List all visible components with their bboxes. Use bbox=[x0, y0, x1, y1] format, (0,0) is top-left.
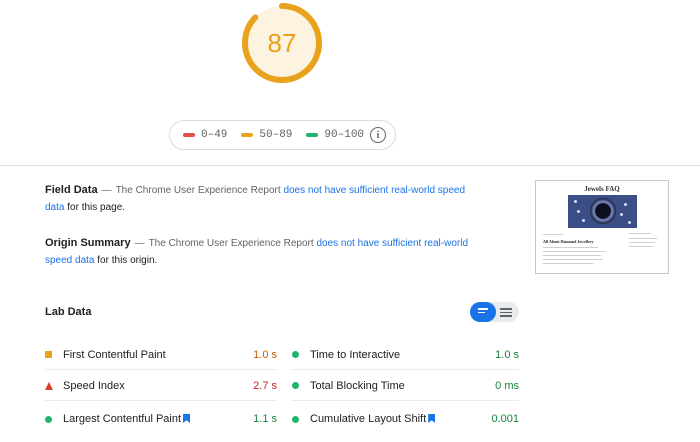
thumbnail-text-line bbox=[543, 234, 563, 235]
fail-marker-icon bbox=[45, 381, 63, 390]
thumbnail-sparkle bbox=[620, 213, 623, 216]
thumbnail-ring bbox=[590, 198, 616, 224]
legend-item-fail: 0–49 bbox=[183, 129, 227, 141]
metric-cumulative-layout-shift: Cumulative Layout Shift 0.001 bbox=[292, 404, 519, 434]
origin-summary-title: Origin Summary bbox=[45, 237, 131, 249]
metric-name: First Contentful Paint bbox=[63, 348, 166, 361]
pass-marker-icon bbox=[292, 382, 310, 389]
page-screenshot-thumbnail: Jewels FAQ All About Diamond Jewellery bbox=[535, 180, 669, 274]
metric-value: 1.1 s bbox=[253, 413, 277, 425]
legend-pass-bar bbox=[306, 133, 319, 137]
thumbnail-text-line bbox=[543, 255, 601, 256]
field-data-dash: — bbox=[101, 185, 112, 196]
thumbnail-sparkle bbox=[624, 203, 627, 206]
field-data-title: Field Data bbox=[45, 184, 98, 196]
metric-name: Total Blocking Time bbox=[310, 379, 405, 392]
thumbnail-text-line bbox=[629, 238, 657, 239]
legend-item-average: 50–89 bbox=[241, 129, 292, 141]
thumbnail-sparkle bbox=[582, 219, 585, 222]
thumbnail-sparkle bbox=[628, 221, 631, 224]
legend-average-label: 50–89 bbox=[259, 129, 293, 141]
metric-name-wrap: Cumulative Layout Shift bbox=[310, 413, 491, 425]
thumbnail-text-line bbox=[629, 246, 653, 247]
field-data-tail: for this page. bbox=[67, 202, 126, 213]
thumbnail-sparkle bbox=[574, 200, 577, 203]
metrics-view-toggle bbox=[470, 302, 519, 322]
thumbnail-text-line bbox=[543, 247, 598, 248]
origin-summary-text: The Chrome User Experience Report bbox=[148, 238, 314, 249]
pass-marker-icon bbox=[292, 415, 310, 423]
thumbnail-site-title: Jewels FAQ bbox=[584, 185, 620, 193]
thumbnail-hero-image bbox=[568, 195, 637, 228]
lab-data-title: Lab Data bbox=[45, 306, 92, 318]
metric-name: Largest Contentful Paint bbox=[63, 413, 182, 425]
legend-pass-label: 90–100 bbox=[324, 129, 365, 141]
metric-largest-contentful-paint: Largest Contentful Paint 1.1 s bbox=[45, 404, 277, 434]
legend-fail-bar bbox=[183, 133, 195, 137]
metric-value: 1.0 s bbox=[253, 348, 277, 361]
legend-item-pass: 90–100 bbox=[306, 129, 364, 141]
metric-total-blocking-time: Total Blocking Time 0 ms bbox=[292, 371, 519, 401]
origin-summary-dash: — bbox=[134, 238, 145, 249]
metric-value: 1.0 s bbox=[495, 348, 519, 361]
list-view-icon bbox=[478, 308, 488, 315]
core-web-vital-bookmark-icon bbox=[428, 414, 436, 423]
metric-value: 0.001 bbox=[491, 413, 519, 425]
section-divider bbox=[0, 165, 700, 166]
thumbnail-heading: All About Diamond Jewellery bbox=[543, 239, 594, 244]
thumbnail-text-line bbox=[543, 263, 593, 264]
performance-score-gauge: 87 bbox=[241, 2, 323, 84]
metric-first-contentful-paint: First Contentful Paint 1.0 s bbox=[45, 340, 277, 370]
thumbnail-text-line bbox=[543, 251, 605, 252]
thumbnail-text-line bbox=[543, 259, 603, 260]
metric-speed-index: Speed Index 2.7 s bbox=[45, 371, 277, 401]
metric-name: Speed Index bbox=[63, 379, 125, 392]
metric-value: 0 ms bbox=[495, 379, 519, 392]
origin-summary-tail: for this origin. bbox=[97, 255, 158, 266]
average-marker-icon bbox=[45, 351, 63, 358]
info-icon[interactable]: i bbox=[370, 127, 386, 143]
legend-fail-label: 0–49 bbox=[201, 129, 228, 141]
pass-marker-icon bbox=[45, 415, 63, 423]
field-data-section: Field Data — The Chrome User Experience Re… bbox=[45, 182, 485, 216]
legend-average-bar bbox=[241, 133, 254, 137]
metric-value: 2.7 s bbox=[253, 379, 277, 392]
thumbnail-text-line bbox=[629, 233, 651, 234]
score-legend: 0–49 50–89 90–100 i bbox=[169, 120, 396, 150]
field-data-text: The Chrome User Experience Report bbox=[115, 185, 281, 196]
pass-marker-icon bbox=[292, 351, 310, 358]
metric-name-wrap: Largest Contentful Paint bbox=[63, 413, 253, 425]
thumbnail-sparkle bbox=[577, 210, 580, 213]
core-web-vital-bookmark-icon bbox=[183, 414, 191, 423]
expanded-view-icon[interactable] bbox=[500, 308, 512, 319]
list-view-button[interactable] bbox=[470, 302, 496, 322]
origin-summary-section: Origin Summary — The Chrome User Experienc… bbox=[45, 235, 485, 269]
metric-name: Cumulative Layout Shift bbox=[310, 413, 427, 425]
metric-time-to-interactive: Time to Interactive 1.0 s bbox=[292, 340, 519, 370]
thumbnail-text-line bbox=[629, 242, 655, 243]
performance-score: 87 bbox=[267, 27, 297, 58]
metric-name: Time to Interactive bbox=[310, 348, 401, 361]
